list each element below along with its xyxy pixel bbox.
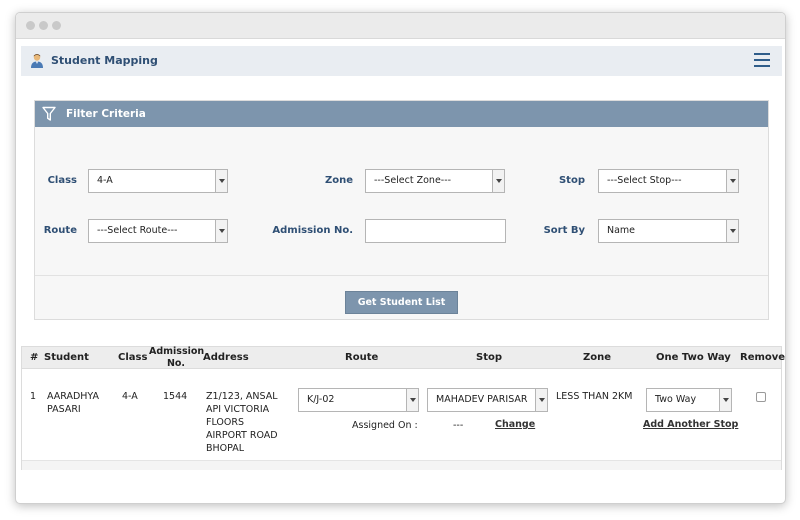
row-assigned-on-value: --- [453, 420, 464, 431]
row-student-name-line1: AARADHYA [47, 391, 99, 402]
sort-by-select-value: Name [607, 225, 636, 236]
browser-window: Student Mapping Filter Criteria Class 4-… [15, 12, 786, 504]
row-stop-select-value: MAHADEV PARISAR [436, 394, 528, 405]
filter-panel-header: Filter Criteria [35, 101, 768, 127]
chevron-down-icon [215, 170, 227, 192]
row-add-another-stop-link[interactable]: Add Another Stop [643, 419, 738, 430]
row-change-link[interactable]: Change [495, 419, 535, 430]
column-header-admission-line1: Admission [149, 346, 205, 357]
column-header-one-two-way: One Two Way [656, 352, 731, 363]
table-header: # Student Class Admission No. Address Ro… [22, 346, 785, 370]
column-header-stop: Stop [476, 352, 503, 363]
window-minimize-dot[interactable] [39, 21, 48, 30]
filter-criteria-panel: Filter Criteria Class 4-A Zone ---Select… [34, 100, 769, 320]
row-address-line3: FLOORS [206, 417, 245, 428]
chevron-down-icon [492, 170, 504, 192]
chevron-down-icon [406, 389, 418, 411]
filter-divider [35, 275, 768, 276]
row-zone: LESS THAN 2KM [556, 391, 633, 402]
window-close-dot[interactable] [26, 21, 35, 30]
row-address-line2: API VICTORIA [206, 404, 270, 415]
row-address: Z1/123, ANSAL API VICTORIA FLOORS AIRPOR… [206, 390, 278, 455]
chevron-down-icon [535, 389, 547, 411]
page-header: Student Mapping [21, 46, 782, 76]
row-assigned-on-label: Assigned On : [352, 420, 418, 431]
column-header-student: Student [44, 352, 89, 363]
admission-no-label: Admission No. [272, 225, 353, 236]
column-header-class: Class [118, 352, 148, 363]
filter-panel-title: Filter Criteria [66, 108, 146, 120]
row-address-line5: BHOPAL [206, 443, 245, 454]
student-table: # Student Class Admission No. Address Ro… [21, 346, 785, 470]
page-title: Student Mapping [51, 54, 158, 67]
row-route-select-value: K/J-02 [307, 394, 335, 405]
column-header-address: Address [203, 352, 249, 363]
column-header-zone: Zone [583, 352, 612, 363]
row-one-two-way-value: Two Way [655, 394, 697, 405]
row-student-name-line2: PASARI [47, 404, 81, 415]
row-route-select[interactable]: K/J-02 [298, 388, 419, 412]
column-header-remove: Remove [740, 352, 786, 363]
window-titlebar [16, 13, 785, 39]
row-remove-checkbox[interactable] [756, 392, 766, 402]
row-address-line4: AIRPORT ROAD [206, 430, 278, 441]
route-select[interactable]: ---Select Route--- [88, 219, 228, 243]
window-maximize-dot[interactable] [52, 21, 61, 30]
row-one-two-way-select[interactable]: Two Way [646, 388, 732, 412]
column-header-route: Route [345, 352, 379, 363]
class-select-value: 4-A [97, 175, 113, 186]
row-number: 1 [30, 391, 37, 402]
row-class: 4-A [122, 391, 138, 402]
stop-select[interactable]: ---Select Stop--- [598, 169, 739, 193]
admission-no-input[interactable] [365, 219, 506, 243]
zone-select-value: ---Select Zone--- [374, 175, 452, 186]
filter-funnel-icon [42, 106, 56, 121]
chevron-down-icon [726, 170, 738, 192]
sort-by-label: Sort By [543, 225, 585, 236]
stop-label: Stop [558, 175, 585, 186]
hamburger-menu-icon[interactable] [754, 53, 770, 67]
zone-label: Zone [324, 175, 353, 186]
sort-by-select[interactable]: Name [598, 219, 739, 243]
get-student-list-button[interactable]: Get Student List [345, 291, 458, 314]
column-header-admission: Admission No. [149, 346, 205, 370]
zone-select[interactable]: ---Select Zone--- [365, 169, 505, 193]
chevron-down-icon [719, 389, 731, 411]
chevron-down-icon [215, 220, 227, 242]
stop-select-value: ---Select Stop--- [607, 175, 682, 186]
route-select-value: ---Select Route--- [97, 225, 178, 236]
row-student-name: AARADHYA PASARI [47, 390, 99, 416]
row-address-line1: Z1/123, ANSAL [206, 391, 278, 402]
column-header-admission-line2: No. [166, 358, 186, 369]
column-header-number: # [30, 352, 39, 363]
row-stop-select[interactable]: MAHADEV PARISAR [427, 388, 548, 412]
route-label: Route [43, 225, 77, 236]
class-label: Class [47, 175, 77, 186]
row-admission-no: 1544 [163, 391, 188, 402]
chevron-down-icon [726, 220, 738, 242]
table-empty-row [22, 460, 781, 470]
user-icon [31, 54, 43, 68]
class-select[interactable]: 4-A [88, 169, 228, 193]
